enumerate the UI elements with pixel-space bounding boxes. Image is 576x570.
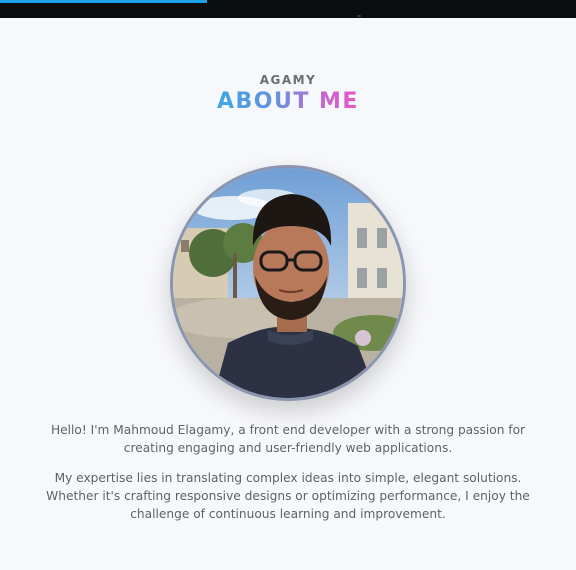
about-paragraph-expertise: My expertise lies in translating complex… [46, 471, 530, 521]
section-kicker: AGAMY [259, 73, 317, 87]
scroll-progress-bar [0, 0, 208, 3]
section-title: ABOUT ME [0, 89, 576, 114]
navbar-indicator [357, 15, 361, 17]
profile-photo-image [173, 168, 403, 398]
top-navbar [0, 0, 576, 18]
about-paragraph-intro: Hello! I'm Mahmoud Elagamy, a front end … [50, 423, 526, 455]
profile-photo [170, 165, 406, 401]
section-title-text: ABOUT ME [217, 89, 359, 114]
about-section: AGAMY ABOUT ME Hello! I'm Mahmoud Elagam… [0, 18, 576, 570]
